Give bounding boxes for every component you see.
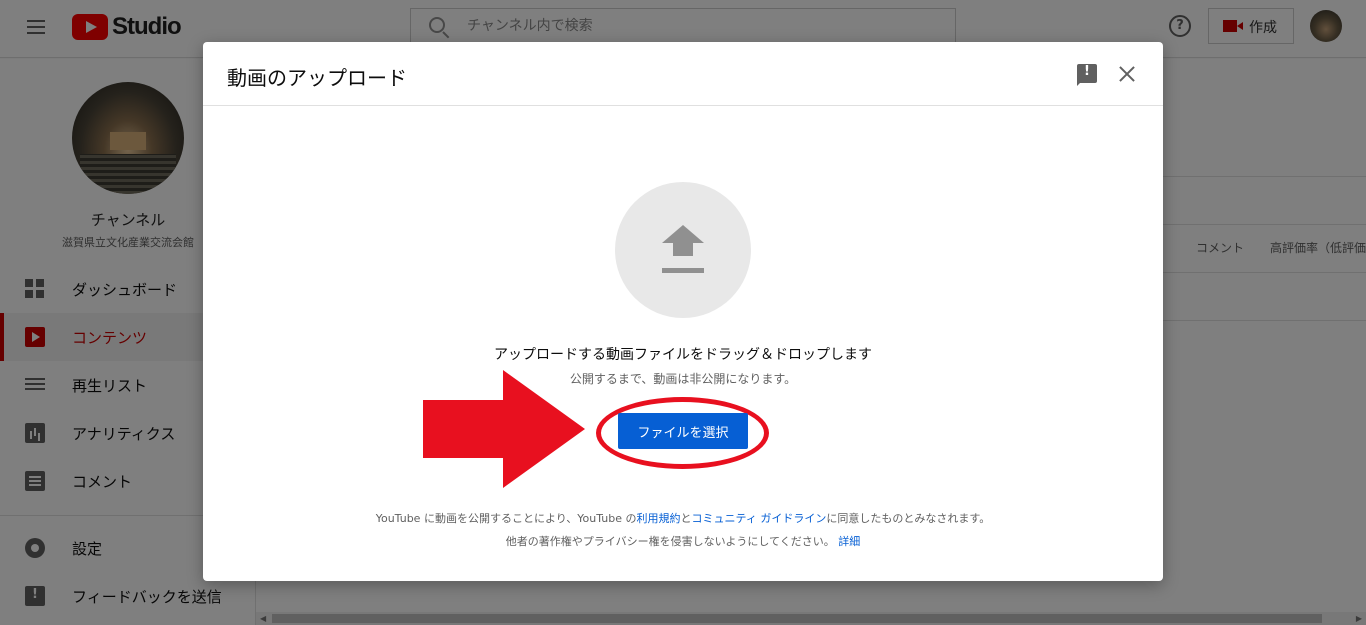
- upload-drop-target[interactable]: [615, 182, 751, 318]
- dialog-divider: [203, 105, 1163, 106]
- community-guidelines-link[interactable]: コミュニティ ガイドライン: [692, 512, 827, 525]
- terms-notice: YouTube に動画を公開することにより、YouTube の利用規約とコミュニ…: [203, 510, 1163, 526]
- privacy-note: 公開するまで、動画は非公開になります。: [569, 372, 797, 386]
- rights-text: 他者の著作権やプライバシー権を侵害しないようにしてください。: [505, 535, 835, 548]
- terms-prefix: YouTube に動画を公開することにより、YouTube の: [375, 512, 637, 525]
- details-link[interactable]: 詳細: [838, 535, 860, 548]
- annotation-arrow: [423, 370, 585, 488]
- upload-arrow-stem: [673, 242, 693, 256]
- dialog-title: 動画のアップロード: [227, 66, 407, 90]
- terms-suffix: に同意したものとみなされます。: [826, 512, 991, 525]
- feedback-icon[interactable]: [1077, 64, 1097, 86]
- terms-of-service-link[interactable]: 利用規約: [637, 512, 681, 525]
- select-files-button[interactable]: ファイルを選択: [618, 413, 748, 449]
- terms-and: と: [680, 512, 692, 525]
- rights-notice: 他者の著作権やプライバシー権を侵害しないようにしてください。 詳細: [203, 533, 1163, 549]
- upload-baseline: [662, 268, 704, 273]
- close-icon[interactable]: [1117, 64, 1137, 84]
- upload-arrow-icon: [662, 225, 704, 243]
- annotation-arrow-shape: [423, 370, 585, 488]
- drag-drop-instruction: アップロードする動画ファイルをドラッグ＆ドロップします: [494, 347, 872, 363]
- upload-dialog: 動画のアップロード アップロードする動画ファイルをドラッグ＆ドロップします 公開…: [203, 42, 1163, 581]
